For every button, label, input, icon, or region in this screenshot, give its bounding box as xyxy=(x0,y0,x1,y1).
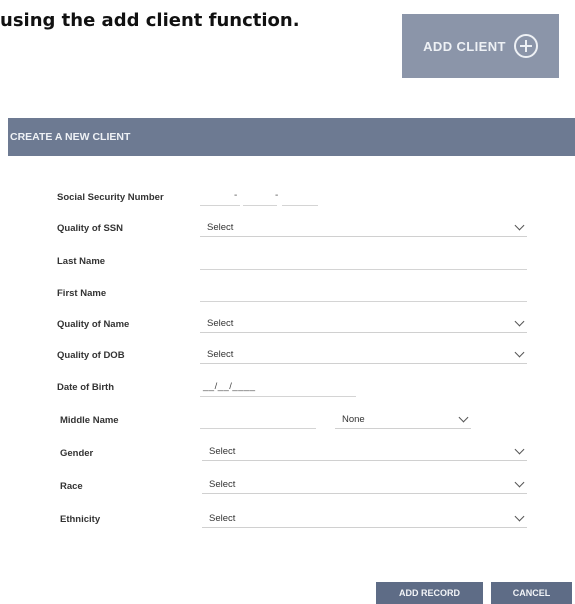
plus-circle-icon xyxy=(513,34,538,58)
ssn-quality-value: Select xyxy=(207,222,234,233)
cancel-button[interactable]: CANCEL xyxy=(491,582,572,604)
name-quality-value: Select xyxy=(207,318,234,329)
modal-title: CREATE A NEW CLIENT xyxy=(10,131,131,143)
ssn-separator-2: - xyxy=(275,190,279,201)
dob-quality-select[interactable]: Select xyxy=(200,346,527,364)
ssn-part-3-input[interactable] xyxy=(282,205,318,206)
ssn-quality-label: Quality of SSN xyxy=(57,223,123,234)
ethnicity-select[interactable]: Select xyxy=(202,510,527,528)
middle-name-input[interactable] xyxy=(200,428,316,429)
middle-name-label: Middle Name xyxy=(60,415,119,426)
last-name-input[interactable] xyxy=(200,269,527,270)
ssn-quality-select[interactable]: Select xyxy=(200,219,527,237)
intro-text: using the add client function. xyxy=(0,10,300,31)
add-record-button[interactable]: ADD RECORD xyxy=(376,582,483,604)
chevron-down-icon xyxy=(514,477,525,488)
name-suffix-value: None xyxy=(342,414,365,425)
gender-select[interactable]: Select xyxy=(202,443,527,461)
gender-label: Gender xyxy=(60,448,94,459)
ethnicity-value: Select xyxy=(209,513,236,524)
chevron-down-icon xyxy=(514,316,525,327)
ssn-separator-1: - xyxy=(234,190,238,201)
dob-label: Date of Birth xyxy=(57,382,114,393)
last-name-label: Last Name xyxy=(57,256,106,267)
first-name-label: First Name xyxy=(57,288,107,299)
chevron-down-icon xyxy=(458,412,469,423)
add-client-button[interactable]: ADD CLIENT xyxy=(402,14,559,78)
name-quality-select[interactable]: Select xyxy=(200,315,527,333)
dob-mask: __/__/____ xyxy=(203,381,256,392)
chevron-down-icon xyxy=(514,220,525,231)
race-label: Race xyxy=(60,481,83,492)
modal-header: CREATE A NEW CLIENT xyxy=(8,118,575,156)
ethnicity-label: Ethnicity xyxy=(60,514,101,525)
dob-quality-label: Quality of DOB xyxy=(57,350,125,361)
add-client-label: ADD CLIENT xyxy=(423,38,506,54)
name-quality-label: Quality of Name xyxy=(57,319,130,330)
name-suffix-select[interactable]: None xyxy=(335,411,471,429)
dob-input[interactable] xyxy=(200,396,356,397)
chevron-down-icon xyxy=(514,347,525,358)
first-name-input[interactable] xyxy=(200,301,527,302)
ssn-label: Social Security Number xyxy=(57,192,164,203)
race-select[interactable]: Select xyxy=(202,476,527,494)
chevron-down-icon xyxy=(514,444,525,455)
ssn-part-1-input[interactable] xyxy=(200,205,240,206)
race-value: Select xyxy=(209,479,236,490)
gender-value: Select xyxy=(209,446,236,457)
ssn-part-2-input[interactable] xyxy=(243,205,277,206)
chevron-down-icon xyxy=(514,511,525,522)
dob-quality-value: Select xyxy=(207,349,234,360)
